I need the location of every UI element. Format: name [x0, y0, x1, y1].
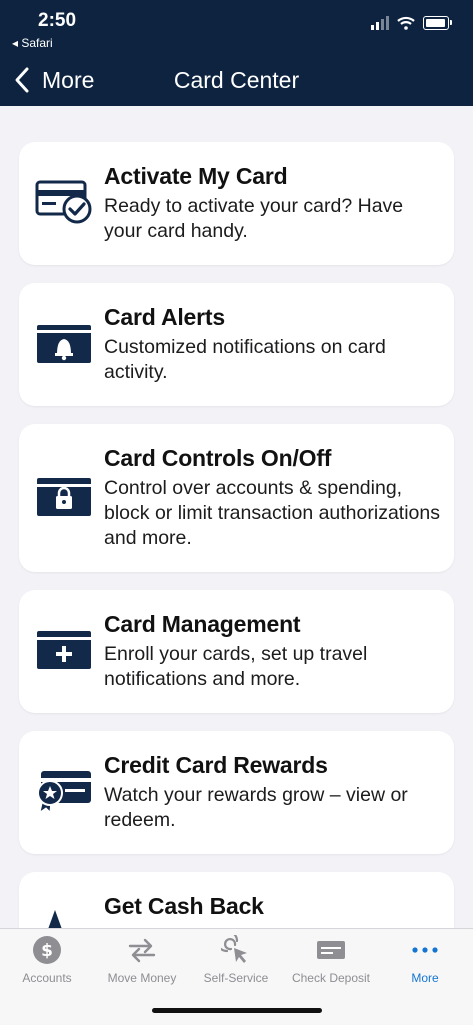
tab-more[interactable]: More [378, 935, 472, 985]
status-bar: 2:50 ◂ Safari [0, 0, 473, 54]
status-time: 2:50 [38, 10, 77, 31]
tab-label: Accounts [22, 971, 72, 985]
credit-card-rewards-item[interactable]: Credit Card Rewards Watch your rewards g… [19, 731, 454, 854]
svg-text:$: $ [41, 941, 53, 961]
card-management-item[interactable]: Card Management Enroll your cards, set u… [19, 590, 454, 713]
more-dots-icon [412, 947, 438, 953]
card-item-title: Card Management [104, 611, 301, 637]
get-cash-back-item[interactable]: Get Cash Back [19, 872, 454, 928]
wifi-icon [397, 16, 415, 30]
card-award-icon [37, 771, 91, 813]
card-bell-icon [37, 325, 91, 363]
status-icons [371, 16, 452, 30]
tab-accounts[interactable]: $ Accounts [0, 935, 94, 985]
card-item-description: Ready to activate your card? Have your c… [104, 195, 404, 242]
card-alerts-item[interactable]: Card Alerts Customized notifications on … [19, 283, 454, 406]
card-item-title: Get Cash Back [104, 893, 264, 919]
dollar-coin-icon: $ [33, 936, 61, 964]
transfer-arrows-icon [128, 938, 156, 963]
back-to-safari-link[interactable]: ◂ Safari [12, 36, 53, 50]
check-icon [317, 941, 345, 959]
activate-my-card-item[interactable]: Activate My Card Ready to activate your … [19, 142, 454, 265]
card-controls-item[interactable]: Card Controls On/Off Control over accoun… [19, 424, 454, 572]
card-cashback-icon [48, 910, 62, 928]
card-item-title: Credit Card Rewards [104, 752, 328, 778]
card-item-description: Enroll your cards, set up travel notific… [104, 643, 368, 690]
tab-label: Self-Service [203, 971, 269, 985]
tab-label: Check Deposit [291, 971, 371, 985]
card-item-title: Activate My Card [104, 163, 288, 189]
card-item-title: Card Controls On/Off [104, 445, 332, 471]
tab-self-service[interactable]: Self-Service [189, 935, 283, 985]
tab-label: More [411, 971, 439, 985]
card-center-list: Activate My Card Ready to activate your … [0, 106, 473, 928]
card-check-icon [35, 180, 92, 224]
tab-check-deposit[interactable]: Check Deposit [284, 935, 378, 985]
card-plus-icon [37, 631, 91, 669]
card-item-title: Card Alerts [104, 304, 225, 330]
tab-move-money[interactable]: Move Money [95, 935, 189, 985]
page-title: Card Center [173, 67, 300, 93]
battery-icon [423, 16, 452, 30]
cursor-click-icon [221, 935, 247, 963]
card-item-description: Customized notifications on card activit… [104, 336, 386, 383]
navigation-bar: More Card Center [0, 54, 473, 106]
card-lock-icon [37, 478, 91, 516]
signal-icon [371, 16, 389, 30]
tab-label: Move Money [107, 971, 177, 985]
home-indicator [152, 1008, 322, 1013]
card-item-description: Watch your rewards grow – view or redeem… [104, 784, 408, 831]
card-item-description: Control over accounts & spending, block … [104, 477, 440, 549]
